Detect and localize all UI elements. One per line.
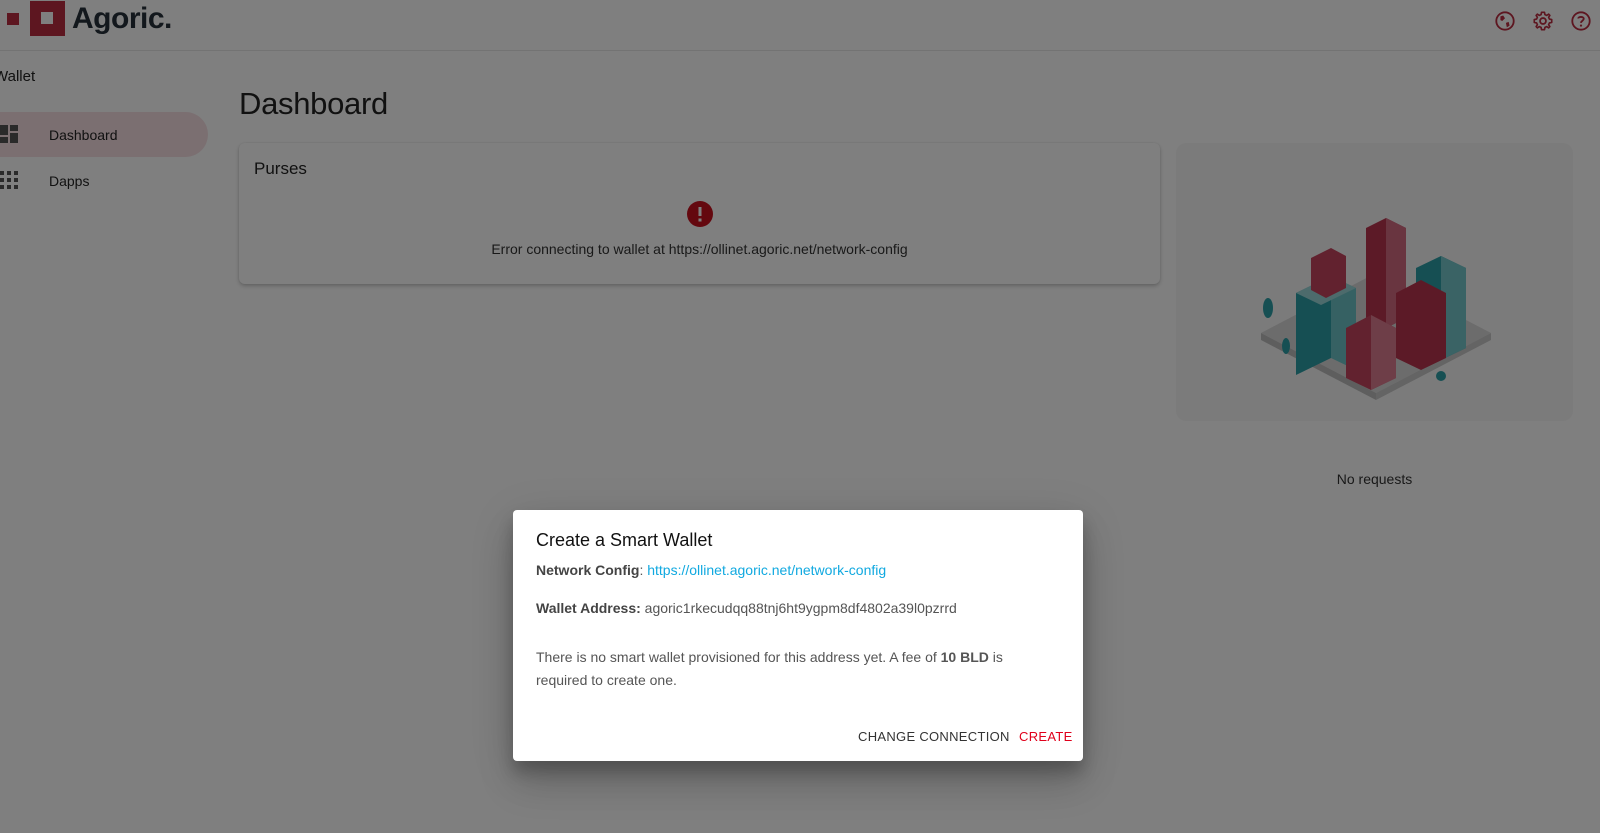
network-config-link[interactable]: https://ollinet.agoric.net/network-confi… xyxy=(647,562,886,578)
wallet-address-value: agoric1rkecudqq88tnj6ht9ygpm8df4802a39l0… xyxy=(644,600,957,616)
network-config-label: Network Config xyxy=(536,562,640,578)
fee-amount: 10 BLD xyxy=(940,649,989,665)
change-connection-button[interactable]: CHANGE CONNECTION xyxy=(858,729,1010,744)
dialog-title: Create a Smart Wallet xyxy=(536,530,713,550)
network-config-row: Network Config: https://ollinet.agoric.n… xyxy=(536,562,886,578)
wallet-address-label: Wallet Address: xyxy=(536,600,641,616)
dialog-message: There is no smart wallet provisioned for… xyxy=(536,646,1056,692)
create-wallet-dialog: Create a Smart Wallet Network Config: ht… xyxy=(513,510,1083,761)
wallet-app: Agoric. xyxy=(0,0,1600,833)
dialog-message-text: There is no smart wallet provisioned for… xyxy=(536,649,941,665)
wallet-address-row: Wallet Address: agoric1rkecudqq88tnj6ht9… xyxy=(536,600,957,616)
create-button[interactable]: CREATE xyxy=(1019,729,1073,744)
